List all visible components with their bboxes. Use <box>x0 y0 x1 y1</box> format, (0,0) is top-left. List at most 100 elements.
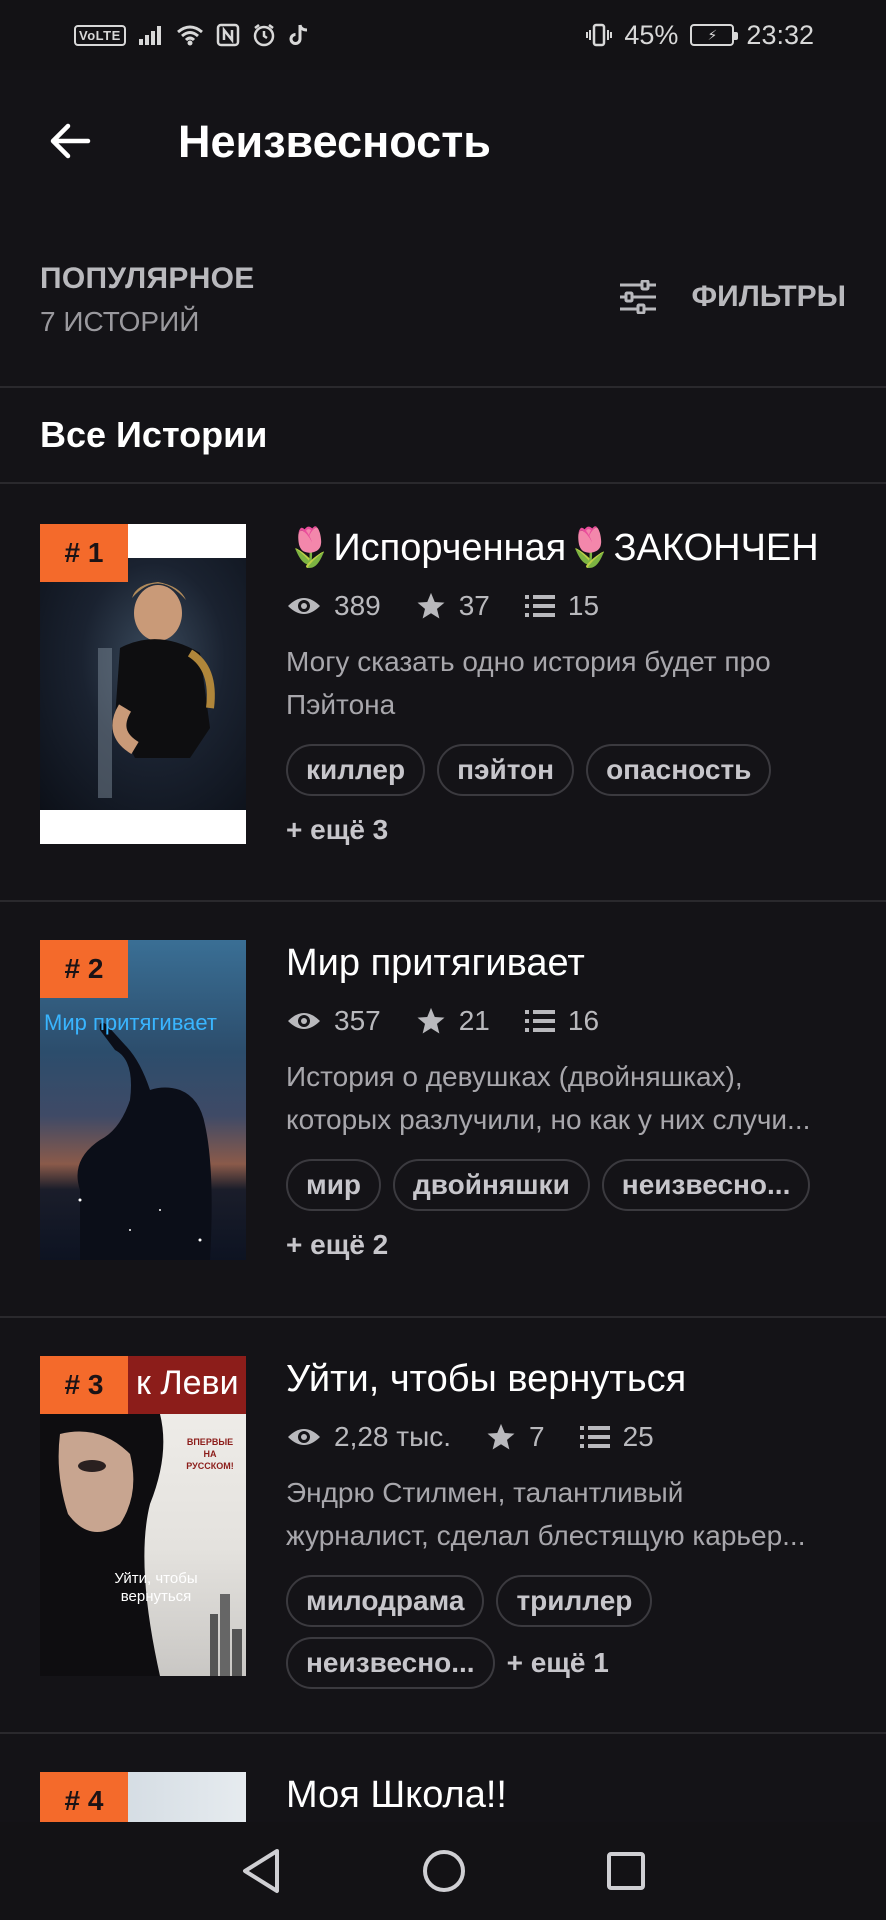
app-bar: Неизвесность <box>0 70 886 210</box>
system-nav-bar <box>0 1822 886 1920</box>
description-line: Могу сказать одно история будет про <box>286 646 771 677</box>
description-line: Эндрю Стилмен, талантливый <box>286 1477 684 1508</box>
votes-stat: 7 <box>485 1421 545 1453</box>
story-title[interactable]: Мир притягивает <box>286 942 856 985</box>
filters-button[interactable]: ФИЛЬТРЫ <box>618 280 846 314</box>
nfc-icon <box>216 23 240 47</box>
all-stories-heading: Все Истории <box>0 388 886 484</box>
star-icon <box>417 592 445 619</box>
story-card[interactable]: # 4 Моя Школа!! <box>0 1734 886 1822</box>
views-stat: 2,28 тыс. <box>286 1421 451 1453</box>
more-tags-link[interactable]: + ещё 3 <box>286 806 856 854</box>
story-tags: милодрама триллер неизвесно... + ещё 1 <box>286 1575 856 1689</box>
story-body: Уйти, чтобы вернуться 2,28 тыс. 7 25 Энд… <box>286 1358 856 1689</box>
description-line: История о девушках (двойняшках), <box>286 1061 743 1092</box>
star-icon <box>487 1423 515 1450</box>
cover-title: Мир притягивает <box>44 1010 217 1035</box>
battery-icon: ⚡ <box>690 24 739 46</box>
votes-stat: 37 <box>415 590 490 622</box>
votes-count: 7 <box>529 1421 545 1452</box>
views-count: 2,28 тыс. <box>334 1421 452 1452</box>
story-cover[interactable]: # 1 <box>40 524 246 844</box>
votes-stat: 21 <box>415 1005 490 1037</box>
story-cover[interactable]: к Леви ВПЕРВЫЕ НА РУССКОМ! Уйти, чтобы в… <box>40 1356 246 1676</box>
description-line: Пэйтона <box>286 689 396 720</box>
eye-icon <box>288 1429 320 1445</box>
cover-photo <box>40 558 246 810</box>
clock: 23:32 <box>746 19 814 50</box>
wifi-icon <box>176 24 204 46</box>
more-tags-link[interactable]: + ещё 2 <box>286 1221 856 1269</box>
story-card[interactable]: Мир притягивает # 2 Мир притягивает 357 … <box>0 902 886 1318</box>
eye-icon <box>288 598 320 614</box>
tag-chip[interactable]: опасность <box>586 744 772 796</box>
parts-stat: 25 <box>579 1421 654 1453</box>
battery-percent: 45% <box>624 19 679 50</box>
description-line: которых разлучили, но как у них случи... <box>286 1104 811 1135</box>
parts-count: 25 <box>622 1421 654 1452</box>
story-title[interactable]: Моя Школа!! <box>286 1774 856 1817</box>
story-title[interactable]: Уйти, чтобы вернуться <box>286 1358 856 1401</box>
eye-icon <box>288 1013 320 1029</box>
story-body: Моя Школа!! <box>286 1774 856 1817</box>
description-line: журналист, сделал блестящую карьер... <box>286 1520 806 1551</box>
tag-chip[interactable]: неизвесно... <box>601 1159 811 1211</box>
tag-chip[interactable]: милодрама <box>286 1575 485 1627</box>
votes-count: 37 <box>458 590 490 621</box>
rank-badge: # 1 <box>40 524 128 582</box>
story-description: История о девушках (двойняшках), которых… <box>286 1055 856 1141</box>
status-right: 45% ⚡ 23:32 <box>586 20 814 51</box>
more-tags-link[interactable]: + ещё 1 <box>507 1639 609 1687</box>
status-left: VoLTE <box>74 23 310 47</box>
views-stat: 389 <box>286 590 381 622</box>
tiktok-icon <box>288 23 310 47</box>
votes-count: 21 <box>458 1005 490 1036</box>
arrow-left-icon <box>50 123 91 159</box>
story-count: 7 ИСТОРИЙ <box>40 306 200 337</box>
page-title: Неизвесность <box>178 116 491 167</box>
story-card[interactable]: к Леви ВПЕРВЫЕ НА РУССКОМ! Уйти, чтобы в… <box>0 1318 886 1734</box>
story-cover[interactable]: # 4 <box>40 1772 246 1822</box>
story-body: Мир притягивает 357 21 16 История о деву… <box>286 942 856 1269</box>
parts-stat: 16 <box>524 1005 599 1037</box>
story-description: Могу сказать одно история будет про Пэйт… <box>286 640 856 726</box>
star-icon <box>417 1007 445 1034</box>
back-triangle-icon[interactable] <box>239 1847 283 1895</box>
home-circle-icon[interactable] <box>421 1848 467 1894</box>
parts-count: 15 <box>567 590 600 621</box>
views-count: 389 <box>334 590 381 621</box>
story-stats: 2,28 тыс. 7 25 <box>286 1421 856 1453</box>
tag-chip[interactable]: двойняшки <box>393 1159 590 1211</box>
rank-badge: # 3 <box>40 1356 128 1414</box>
story-stats: 389 37 15 <box>286 590 856 622</box>
rank-badge: # 4 <box>40 1772 128 1822</box>
parts-count: 16 <box>567 1005 600 1036</box>
cover-badge: ВПЕРВЫЕ НА РУССКОМ! <box>186 1437 234 1471</box>
person-silhouette <box>98 582 215 798</box>
signal-icon <box>138 24 164 46</box>
vibrate-icon <box>586 23 613 47</box>
recents-square-icon[interactable] <box>605 1850 647 1892</box>
status-bar: VoLTE 45% ⚡ 23:32 <box>0 0 886 70</box>
section-header: ПОПУЛЯРНОЕ 7 ИСТОРИЙ ФИЛЬТРЫ <box>0 228 886 388</box>
list-icon <box>524 1010 555 1032</box>
story-description: Эндрю Стилмен, талантливый журналист, сд… <box>286 1471 856 1557</box>
list-icon <box>579 1426 610 1448</box>
tag-chip[interactable]: триллер <box>496 1575 653 1627</box>
views-count: 357 <box>334 1005 381 1036</box>
tag-chip[interactable]: мир <box>286 1159 382 1211</box>
tag-chip[interactable]: пэйтон <box>437 744 575 796</box>
tag-chip[interactable]: киллер <box>286 744 426 796</box>
story-card[interactable]: # 1 🌷Испорченная🌷ЗАКОНЧЕН 389 37 15 Могу… <box>0 486 886 902</box>
story-tags: мир двойняшки неизвесно... + ещё 2 <box>286 1159 856 1269</box>
rank-badge: # 2 <box>40 940 128 998</box>
list-icon <box>524 595 555 617</box>
story-body: 🌷Испорченная🌷ЗАКОНЧЕН 389 37 15 Могу ска… <box>286 526 856 854</box>
story-cover[interactable]: Мир притягивает # 2 <box>40 940 246 1260</box>
tag-chip[interactable]: неизвесно... <box>286 1637 495 1689</box>
parts-stat: 15 <box>524 590 599 622</box>
story-title[interactable]: 🌷Испорченная🌷ЗАКОНЧЕН <box>286 526 856 570</box>
section-kicker: ПОПУЛЯРНОЕ <box>40 262 255 295</box>
cover-author: к Леви <box>136 1364 239 1402</box>
back-button[interactable] <box>40 116 100 166</box>
